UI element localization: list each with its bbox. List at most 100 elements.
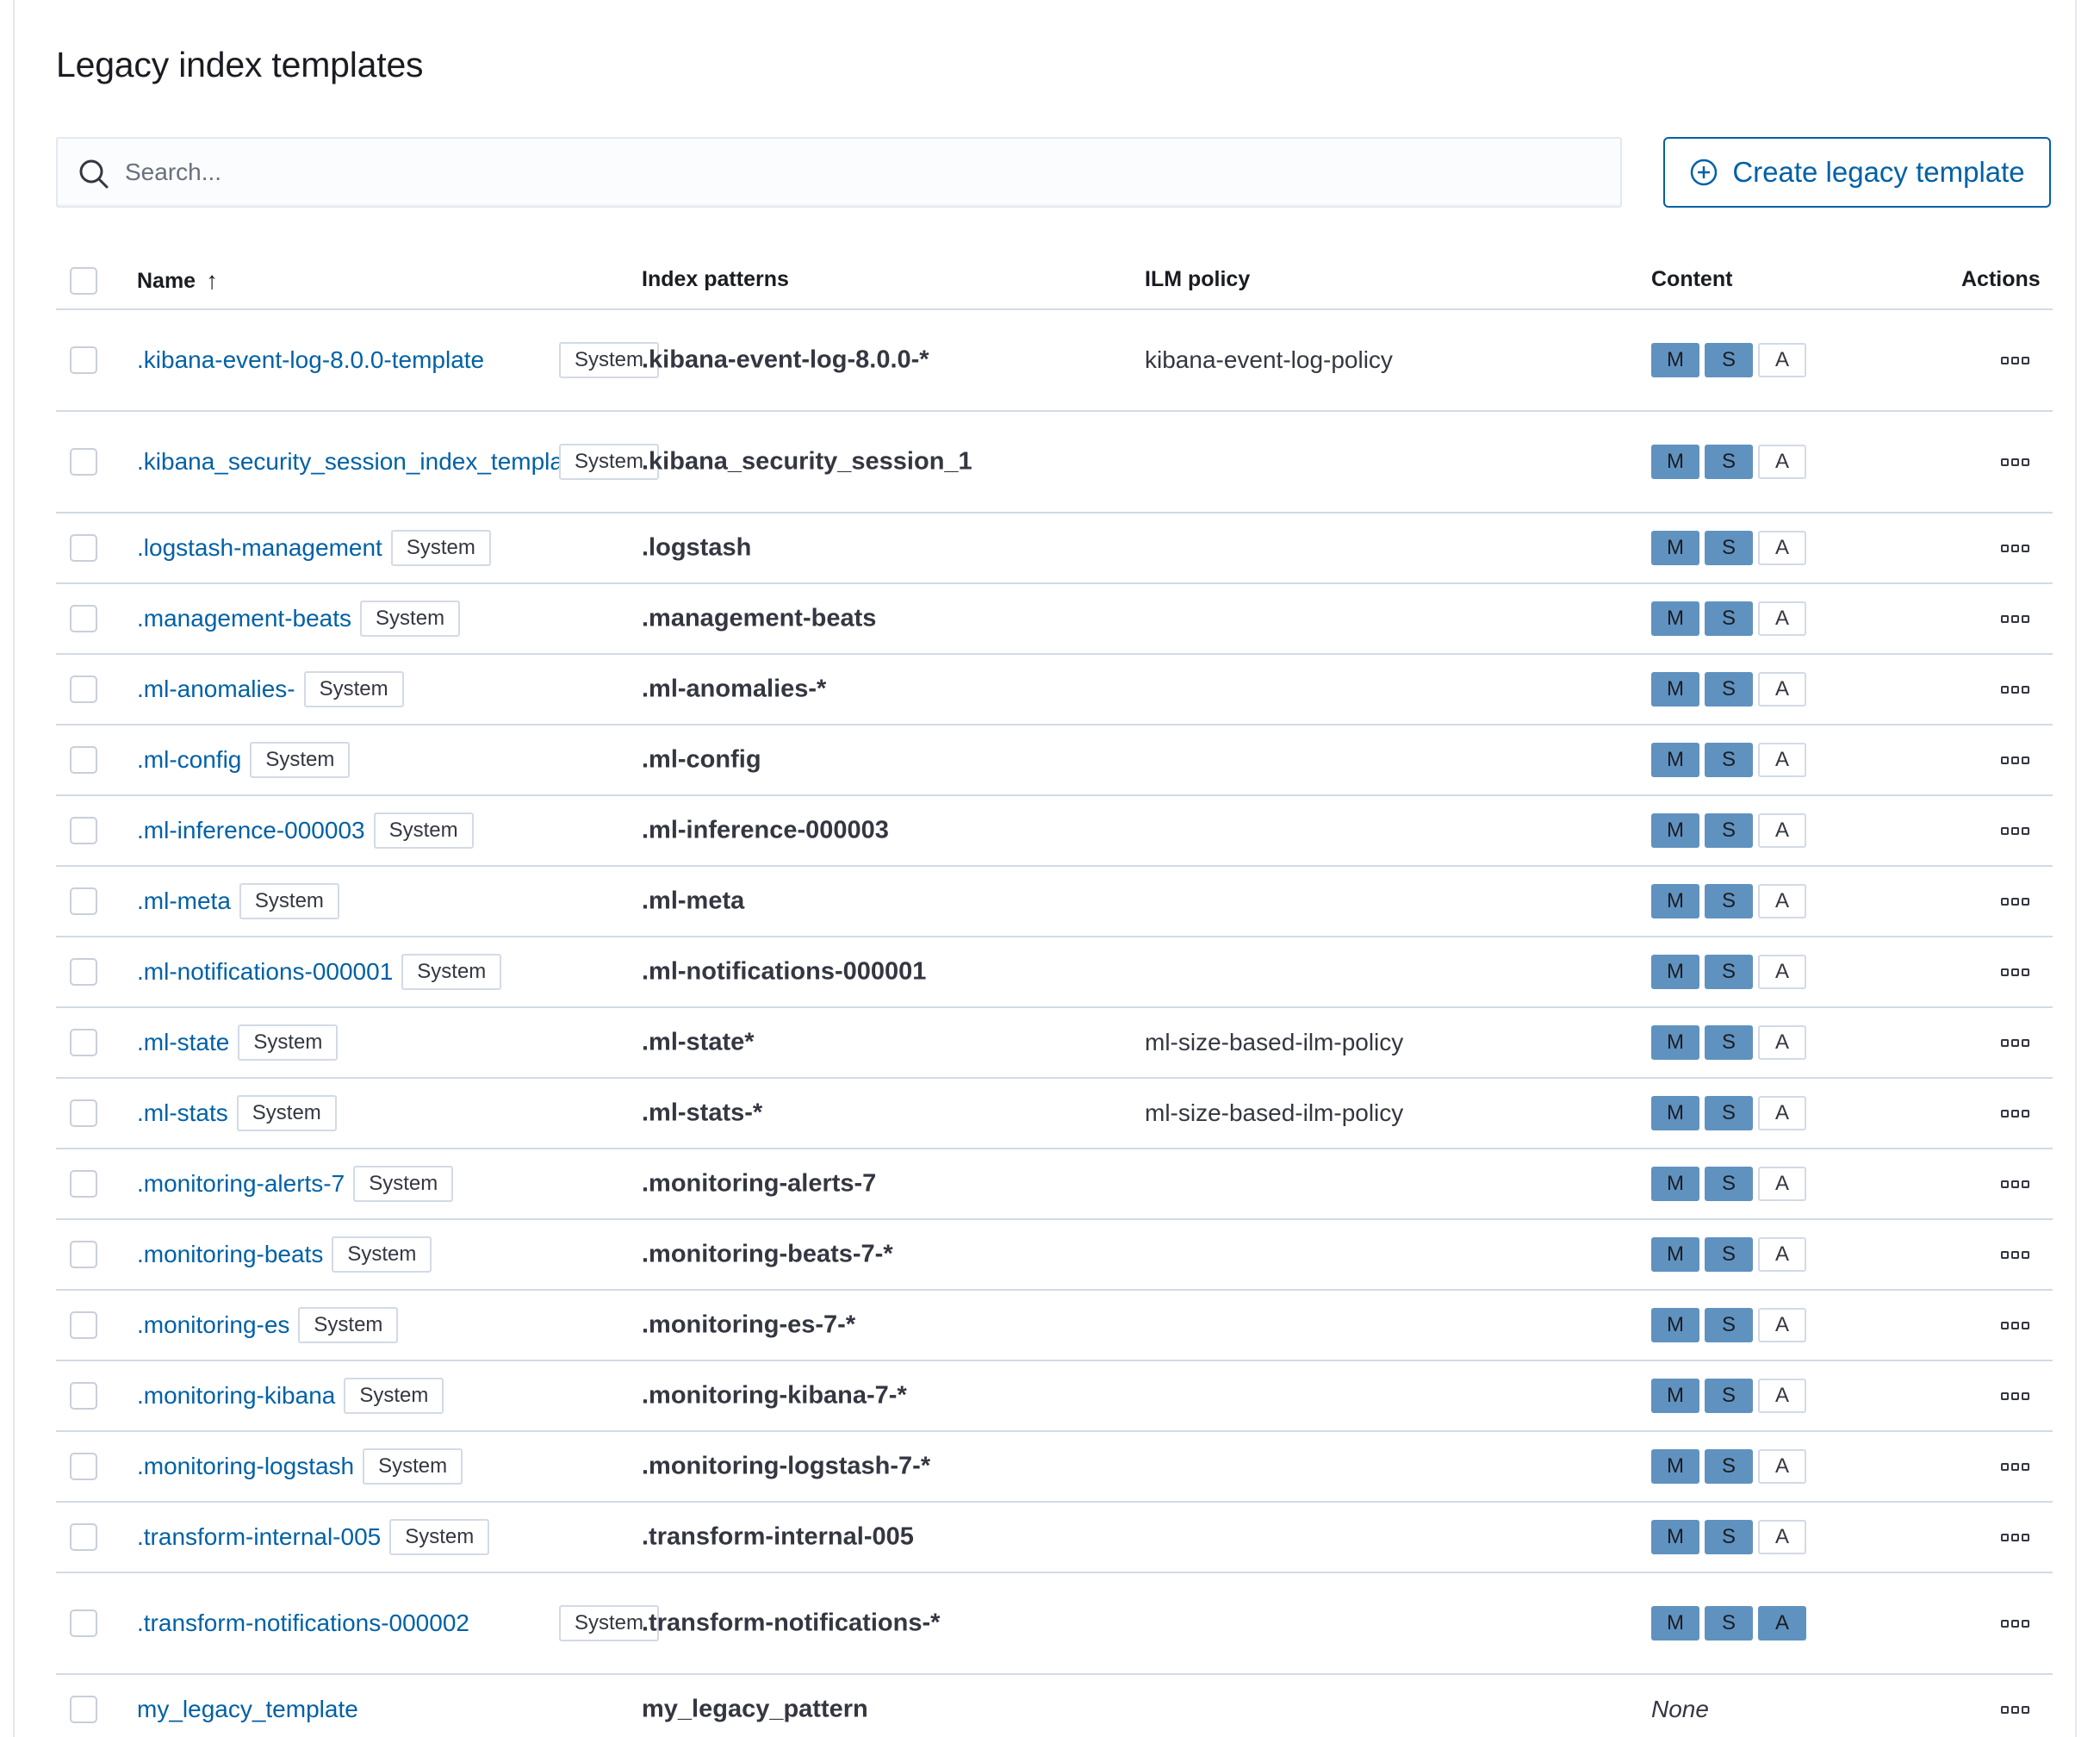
template-name-link[interactable]: .ml-state (137, 1024, 229, 1061)
content-badges: MSA (1651, 743, 1806, 777)
template-name-link[interactable]: .ml-notifications-000001 (137, 954, 393, 990)
row-actions-icon[interactable] (2001, 1175, 2035, 1192)
row-actions-icon[interactable] (2001, 352, 2035, 369)
content-m-badge: M (1651, 672, 1699, 707)
template-name-link[interactable]: .monitoring-logstash (137, 1448, 354, 1485)
page-title: Legacy index templates (56, 45, 424, 84)
template-name-link[interactable]: .transform-internal-005 (137, 1519, 381, 1555)
template-name-link[interactable]: .monitoring-beats (137, 1236, 323, 1273)
name-cell: .monitoring-kibana System (137, 1378, 619, 1414)
row-actions-icon[interactable] (2001, 681, 2035, 698)
row-checkbox[interactable] (70, 534, 97, 562)
row-checkbox[interactable] (70, 746, 97, 774)
content-badges: MSA (1651, 1237, 1806, 1272)
row-checkbox[interactable] (70, 1523, 97, 1551)
content-s-badge: S (1705, 813, 1753, 848)
template-name-link[interactable]: .transform-notifications-000002 (137, 1605, 516, 1641)
row-checkbox[interactable] (70, 676, 97, 703)
index-pattern: .transform-internal-005 (642, 1522, 914, 1551)
system-badge: System (344, 1378, 444, 1414)
row-checkbox[interactable] (70, 448, 97, 476)
content-m-badge: M (1651, 1025, 1699, 1060)
index-pattern: .monitoring-beats-7-* (642, 1240, 893, 1268)
row-checkbox[interactable] (70, 1382, 97, 1410)
search-input[interactable] (125, 139, 1606, 206)
row-actions-icon[interactable] (2001, 963, 2035, 981)
index-pattern: my_legacy_pattern (642, 1695, 868, 1723)
system-badge: System (298, 1307, 399, 1343)
template-name-link[interactable]: .logstash-management (137, 530, 382, 566)
row-checkbox[interactable] (70, 817, 97, 844)
content-s-badge: S (1705, 445, 1753, 479)
select-all-checkbox[interactable] (70, 267, 97, 295)
row-checkbox[interactable] (70, 1696, 97, 1723)
row-actions-icon[interactable] (2001, 1387, 2035, 1404)
row-actions-icon[interactable] (2001, 1246, 2035, 1263)
template-name-link[interactable]: my_legacy_template (137, 1691, 358, 1728)
row-checkbox[interactable] (70, 1241, 97, 1268)
row-actions-icon[interactable] (2001, 1615, 2035, 1632)
row-actions-icon[interactable] (2001, 1701, 2035, 1718)
template-name-link[interactable]: .ml-stats (137, 1095, 228, 1131)
row-actions-icon[interactable] (2001, 893, 2035, 910)
content-m-badge: M (1651, 1308, 1699, 1342)
template-name-link[interactable]: .monitoring-alerts-7 (137, 1166, 345, 1202)
template-name-link[interactable]: .ml-meta (137, 883, 231, 919)
content-a-badge: A (1758, 743, 1806, 777)
row-checkbox[interactable] (70, 1170, 97, 1198)
content-a-badge: A (1758, 1449, 1806, 1484)
content-m-badge: M (1651, 1167, 1699, 1201)
template-name-link[interactable]: .ml-anomalies- (137, 671, 295, 707)
column-name-header[interactable]: Name ↑ (137, 267, 218, 295)
row-checkbox[interactable] (70, 887, 97, 915)
template-name-link[interactable]: .management-beats (137, 601, 351, 637)
row-actions-icon[interactable] (2001, 610, 2035, 627)
index-pattern: .monitoring-logstash-7-* (642, 1452, 931, 1480)
row-checkbox[interactable] (70, 1029, 97, 1056)
row-checkbox[interactable] (70, 1099, 97, 1127)
name-cell: .ml-config System (137, 742, 619, 778)
template-name-link[interactable]: .ml-config (137, 742, 241, 778)
template-name-link[interactable]: .monitoring-es (137, 1307, 289, 1343)
content-m-badge: M (1651, 1520, 1699, 1554)
template-name-link[interactable]: .kibana-event-log-8.0.0-template (137, 342, 516, 378)
row-actions-icon[interactable] (2001, 539, 2035, 557)
content-badges: MSA (1651, 1096, 1806, 1130)
column-actions-header: Actions (1961, 267, 2041, 291)
content-a-badge: A (1758, 445, 1806, 479)
template-name-link[interactable]: .ml-inference-000003 (137, 812, 365, 849)
system-badge: System (236, 1095, 337, 1131)
column-ilm-policy-header: ILM policy (1145, 267, 1251, 291)
row-checkbox[interactable] (70, 605, 97, 632)
row-checkbox[interactable] (70, 346, 97, 374)
name-cell: .management-beats System (137, 601, 619, 637)
row-actions-icon[interactable] (2001, 822, 2035, 839)
create-legacy-template-button[interactable]: Create legacy template (1663, 137, 2051, 208)
content-m-badge: M (1651, 813, 1699, 848)
content-badges: MSA (1651, 1025, 1806, 1060)
row-actions-icon[interactable] (2001, 1034, 2035, 1051)
index-pattern: .monitoring-alerts-7 (642, 1169, 877, 1198)
row-actions-icon[interactable] (2001, 751, 2035, 769)
row-checkbox[interactable] (70, 1311, 97, 1339)
row-checkbox[interactable] (70, 958, 97, 986)
content-a-badge: A (1758, 672, 1806, 707)
content-s-badge: S (1705, 1025, 1753, 1060)
template-name-link[interactable]: .kibana_security_session_index_template_… (137, 444, 610, 480)
name-cell: .ml-notifications-000001 System (137, 954, 619, 990)
content-badges: MSA (1651, 531, 1806, 565)
row-checkbox[interactable] (70, 1453, 97, 1480)
legacy-templates-panel: Legacy index templates Create legacy tem… (13, 0, 2077, 1737)
search-box[interactable] (56, 137, 1622, 208)
row-checkbox[interactable] (70, 1609, 97, 1637)
name-cell: .ml-stats System (137, 1095, 619, 1131)
row-actions-icon[interactable] (2001, 453, 2035, 470)
content-badges: MSA (1651, 445, 1806, 479)
row-actions-icon[interactable] (2001, 1105, 2035, 1122)
templates-table: Name ↑ Index patterns ILM policy Content… (56, 250, 2053, 1737)
index-pattern: .kibana_security_session_1 (642, 447, 972, 476)
template-name-link[interactable]: .monitoring-kibana (137, 1378, 335, 1414)
row-actions-icon[interactable] (2001, 1528, 2035, 1546)
row-actions-icon[interactable] (2001, 1458, 2035, 1475)
row-actions-icon[interactable] (2001, 1317, 2035, 1334)
